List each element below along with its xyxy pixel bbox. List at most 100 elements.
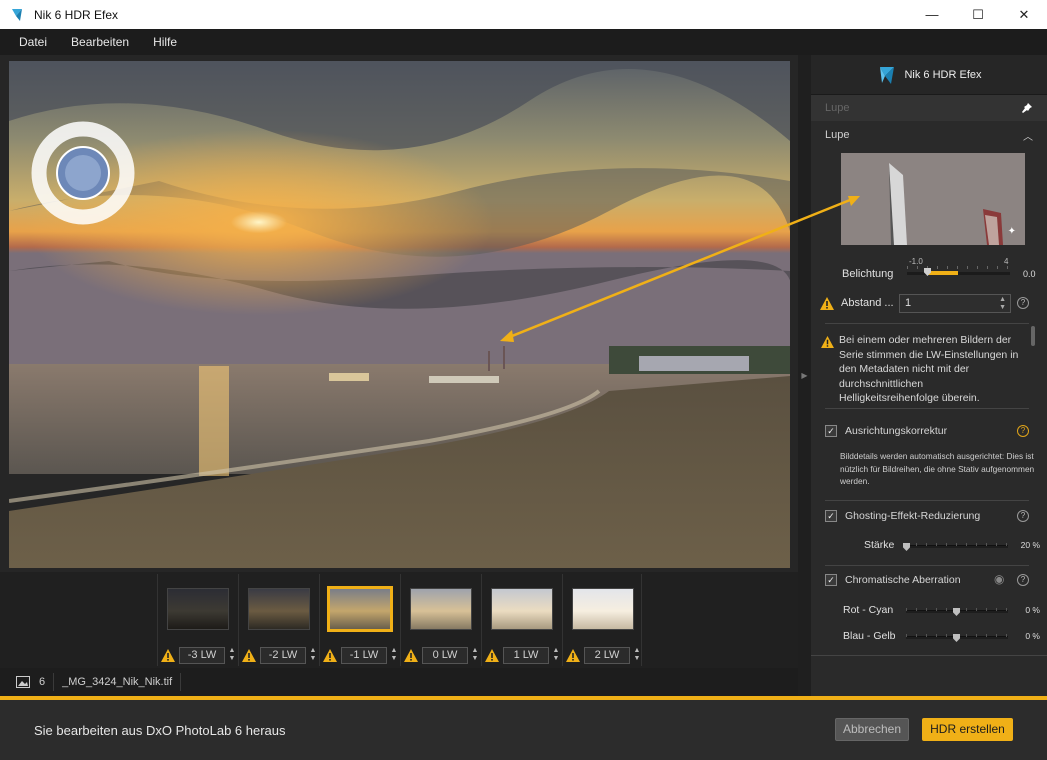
app-logo-icon <box>880 66 895 84</box>
ghosting-row: ✓ Ghosting-Effekt-Reduzierung ? <box>811 508 1047 526</box>
divider <box>180 673 182 691</box>
help-icon[interactable]: ? <box>1017 510 1029 522</box>
ghosting-label: Ghosting-Effekt-Reduzierung <box>845 510 981 522</box>
menu-hilfe[interactable]: Hilfe <box>141 35 189 49</box>
eye-icon[interactable]: ◉ <box>994 572 1004 586</box>
footer-bar: Sie bearbeiten aus DxO PhotoLab 6 heraus… <box>0 700 1047 760</box>
settings-panel: Nik 6 HDR Efex Lupe Lupe ︿ ✦ Belichtung … <box>811 55 1047 696</box>
abstand-field[interactable]: 1 ▲ ▼ <box>899 294 1011 313</box>
lw-stepper[interactable]: ▲ ▼ <box>551 647 561 664</box>
lupe-section-header[interactable]: Lupe ︿ <box>811 121 1047 149</box>
warning-icon <box>161 649 175 662</box>
lw-value-field[interactable]: -2 LW <box>260 647 306 664</box>
abstand-row: Abstand ... 1 ▲ ▼ ? <box>811 293 1047 315</box>
lw-value-field[interactable]: -3 LW <box>179 647 225 664</box>
lupe-bar[interactable]: Lupe <box>811 95 1047 121</box>
warning-icon <box>820 297 834 310</box>
ausrichtung-checkbox[interactable]: ✓ <box>825 425 837 437</box>
footer-message: Sie bearbeiten aus DxO PhotoLab 6 heraus <box>34 723 286 738</box>
bracket-thumbnail[interactable] <box>572 588 634 630</box>
slider-ticks <box>906 543 1008 546</box>
scrollbar-thumb[interactable] <box>1031 326 1035 346</box>
abstand-value: 1 <box>905 297 912 309</box>
lupe-bar-label: Lupe <box>825 102 850 114</box>
pin-icon[interactable] <box>1021 102 1033 114</box>
rot-cyan-slider[interactable] <box>906 608 1008 616</box>
slider-knob[interactable] <box>903 543 910 551</box>
lw-value-field[interactable]: -1 LW <box>341 647 387 664</box>
title-bar: Nik 6 HDR Efex — ☐ ✕ <box>0 0 1047 29</box>
lw-value-field[interactable]: 2 LW <box>584 647 630 664</box>
chevron-up-icon[interactable]: ︿ <box>1023 128 1033 143</box>
menu-bearbeiten[interactable]: Bearbeiten <box>59 35 141 49</box>
lw-stepper[interactable]: ▲ ▼ <box>308 647 318 664</box>
ausrichtung-label: Ausrichtungskorrektur <box>845 425 948 437</box>
belichtung-tick-high: 4 <box>1004 257 1009 266</box>
cancel-button[interactable]: Abbrechen <box>835 718 909 741</box>
blau-gelb-value: 0 % <box>1025 631 1040 641</box>
panel-app-name: Nik 6 HDR Efex <box>904 68 982 81</box>
app-logo-icon <box>12 8 22 21</box>
blau-gelb-label: Blau - Gelb <box>843 630 896 642</box>
slider-knob[interactable] <box>953 608 960 616</box>
slider-knob[interactable] <box>953 634 960 642</box>
belichtung-value: 0.0 <box>1023 269 1036 279</box>
close-button[interactable]: ✕ <box>1001 0 1047 29</box>
menu-datei[interactable]: Datei <box>0 35 59 49</box>
lw-stepper[interactable]: ▲ ▼ <box>389 647 399 664</box>
hdr-preview-image[interactable] <box>9 61 790 568</box>
bracket-thumb-cell[interactable]: 0 LW ▲ ▼ <box>400 574 480 666</box>
lw-value-field[interactable]: 1 LW <box>503 647 549 664</box>
rot-cyan-value: 0 % <box>1025 605 1040 615</box>
bracket-thumbnail[interactable] <box>327 586 393 632</box>
pin-icon[interactable]: ✦ <box>1008 226 1016 237</box>
bracket-thumbnail[interactable] <box>167 588 229 630</box>
bracket-thumbnail[interactable] <box>410 588 472 630</box>
lw-stepper[interactable]: ▲ ▼ <box>632 647 642 664</box>
bracket-thumb-cell[interactable]: -2 LW ▲ ▼ <box>238 574 318 666</box>
ausrichtung-row: ✓ Ausrichtungskorrektur ? <box>811 423 1047 441</box>
chroma-row: ✓ Chromatische Aberration ◉ ? <box>811 572 1047 590</box>
loupe-preview[interactable]: ✦ <box>841 153 1025 245</box>
chevron-right-icon: ▶ <box>801 371 808 380</box>
bracket-thumb-cell[interactable]: 1 LW ▲ ▼ <box>481 574 561 666</box>
blau-gelb-row: Blau - Gelb 0 % <box>811 629 1047 645</box>
window-title: Nik 6 HDR Efex <box>34 7 119 22</box>
warning-icon <box>485 649 499 662</box>
lw-stepper[interactable]: ▲ ▼ <box>227 647 237 664</box>
bracket-thumb-cell[interactable]: 2 LW ▲ ▼ <box>562 574 642 666</box>
ghosting-checkbox[interactable]: ✓ <box>825 510 837 522</box>
lw-warning-box: Bei einem oder mehreren Bildern der Seri… <box>821 323 1035 409</box>
chroma-checkbox[interactable]: ✓ <box>825 574 837 586</box>
menu-bar: Datei Bearbeiten Hilfe <box>0 29 1047 55</box>
bracket-thumbnail[interactable] <box>491 588 553 630</box>
rot-cyan-label: Rot - Cyan <box>843 604 894 616</box>
bracket-thumb-cell-selected[interactable]: -1 LW ▲ ▼ <box>319 574 399 666</box>
belichtung-slider[interactable] <box>907 266 1010 277</box>
panel-collapse-handle[interactable]: ▶ <box>798 55 811 696</box>
bracket-thumbnail[interactable] <box>248 588 310 630</box>
lw-stepper[interactable]: ▲ ▼ <box>470 647 480 664</box>
create-hdr-button[interactable]: HDR erstellen <box>922 718 1013 741</box>
abstand-stepper[interactable]: ▲ ▼ <box>999 296 1006 312</box>
abstand-label: Abstand ... <box>841 297 894 309</box>
divider <box>53 673 55 691</box>
bracket-thumb-cell[interactable]: -3 LW ▲ ▼ <box>157 574 237 666</box>
staerke-slider[interactable] <box>903 543 1008 551</box>
file-name: _MG_3424_Nik_Nik.tif <box>62 676 173 688</box>
staerke-value: 20 % <box>1020 540 1040 550</box>
staerke-label: Stärke <box>864 539 895 551</box>
help-icon[interactable]: ? <box>1017 574 1029 586</box>
help-icon[interactable]: ? <box>1017 297 1029 309</box>
maximize-button[interactable]: ☐ <box>955 0 1001 29</box>
lupe-section-title: Lupe <box>825 129 850 141</box>
warning-icon <box>566 649 580 662</box>
warning-icon <box>821 336 834 348</box>
ausrichtung-description: Bilddetails werden automatisch ausgerich… <box>840 451 1035 486</box>
minimize-button[interactable]: — <box>909 0 955 29</box>
copyright-watermark <box>31 121 135 225</box>
warning-icon <box>323 649 337 662</box>
help-icon[interactable]: ? <box>1017 425 1029 437</box>
blau-gelb-slider[interactable] <box>906 634 1008 642</box>
lw-value-field[interactable]: 0 LW <box>422 647 468 664</box>
